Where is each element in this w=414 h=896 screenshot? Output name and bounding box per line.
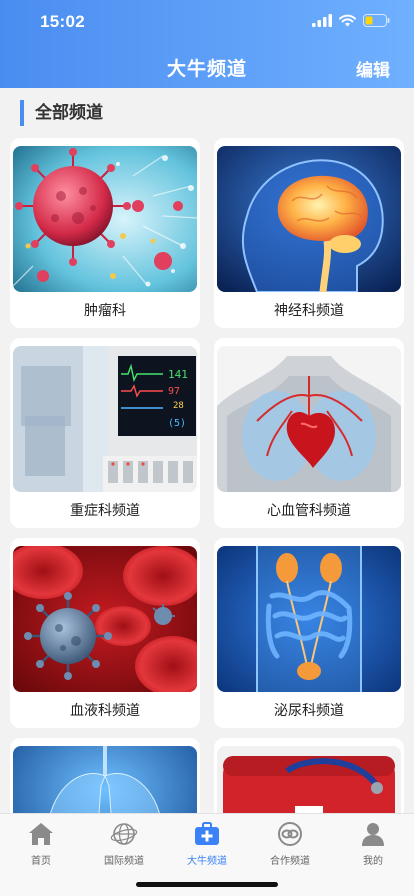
- medical-kit-icon: [195, 822, 219, 845]
- globe-icon: [110, 823, 138, 845]
- home-icon: [29, 823, 53, 845]
- tab-label: 我的: [363, 856, 383, 867]
- tab-label: 大牛频道: [187, 856, 227, 867]
- heart-illustration: [217, 346, 401, 492]
- section-title: 全部频道: [20, 100, 103, 126]
- channel-label: 心血管科频道: [267, 503, 351, 519]
- channel-image: 141 97 28 (5): [13, 346, 197, 492]
- wifi-icon: [339, 14, 356, 27]
- brain-illustration: [217, 146, 401, 292]
- signal-icon: [312, 14, 332, 27]
- user-icon: [362, 823, 384, 846]
- channel-image: [217, 346, 401, 492]
- channel-label: 血液科频道: [70, 703, 140, 719]
- channel-image: [13, 146, 197, 292]
- channel-label: 神经科频道: [274, 303, 344, 319]
- tab-label: 首页: [31, 856, 51, 867]
- tab-bar: 首页 国际频道 大牛频道 合作频道 我的: [0, 813, 414, 896]
- header: 15:02 大牛频道 编辑: [0, 0, 414, 88]
- tab-home[interactable]: 首页: [0, 820, 82, 870]
- monitor-value-1: 141: [168, 368, 188, 381]
- battery-icon: [363, 14, 390, 27]
- edit-button[interactable]: 编辑: [356, 56, 390, 81]
- tab-label: 国际频道: [104, 856, 144, 867]
- tab-mine[interactable]: 我的: [332, 820, 414, 870]
- channel-image: [217, 546, 401, 692]
- channel-card-urology[interactable]: 泌尿科频道: [214, 538, 404, 728]
- channel-image: [217, 146, 401, 292]
- page-title: 大牛频道: [166, 58, 247, 80]
- home-indicator: [136, 882, 278, 887]
- channel-label: 重症科频道: [70, 503, 140, 519]
- blood-cells-illustration: [13, 546, 197, 692]
- channel-label: 肿瘤科: [84, 303, 126, 319]
- icu-monitor-illustration: 141 97 28 (5): [13, 346, 197, 492]
- tab-daniu[interactable]: 大牛频道: [166, 820, 248, 870]
- tab-cooperation[interactable]: 合作频道: [249, 820, 331, 870]
- status-bar: 15:02: [0, 0, 414, 44]
- channel-label: 泌尿科频道: [274, 703, 344, 719]
- tab-international[interactable]: 国际频道: [83, 820, 165, 870]
- monitor-value-2: 97: [168, 386, 180, 397]
- cooperation-icon: [278, 822, 302, 846]
- channel-card-hematology[interactable]: 血液科频道: [10, 538, 200, 728]
- channel-card-neurology[interactable]: 神经科频道: [214, 138, 404, 328]
- channel-image: [13, 546, 197, 692]
- channel-card-icu[interactable]: 141 97 28 (5) 重症科频道: [10, 338, 200, 528]
- tab-label: 合作频道: [270, 856, 310, 867]
- virus-illustration: [13, 146, 197, 292]
- channel-card-cardiovascular[interactable]: 心血管科频道: [214, 338, 404, 528]
- status-icons: [312, 14, 390, 27]
- monitor-value-3: 28: [173, 401, 184, 411]
- status-time: 15:02: [40, 12, 85, 31]
- urinary-illustration: [217, 546, 401, 692]
- channel-card-oncology[interactable]: 肿瘤科: [10, 138, 200, 328]
- monitor-value-4: (5): [168, 418, 186, 429]
